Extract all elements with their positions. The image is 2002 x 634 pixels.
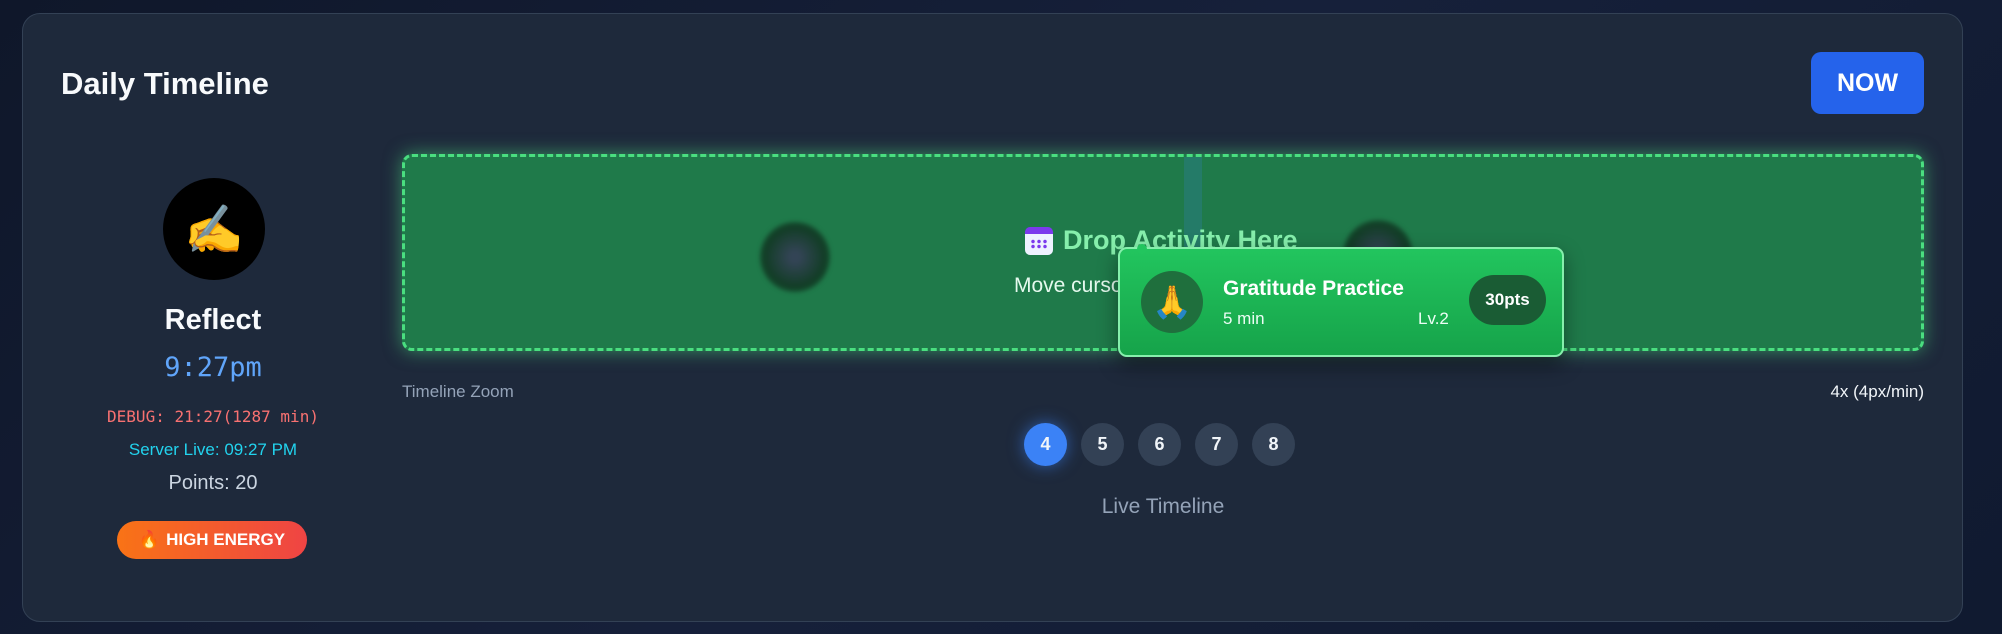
zoom-option-8[interactable]: 8 bbox=[1252, 423, 1295, 466]
energy-badge: 🔥 HIGH ENERGY bbox=[117, 521, 307, 559]
points-count: Points: 20 bbox=[168, 472, 258, 494]
folded-hands-icon: 🙏 bbox=[1141, 271, 1203, 333]
daily-timeline-card: Daily Timeline NOW ✍️ Reflect 9:27pm DEB… bbox=[22, 13, 1963, 622]
zoom-value: 4x (4px/min) bbox=[1830, 382, 1924, 401]
zoom-selector: 4 5 6 7 8 bbox=[1024, 423, 1295, 466]
current-activity-panel: ✍️ Reflect 9:27pm DEBUG: 21:27(1287 min)… bbox=[23, 14, 403, 623]
activity-name: Reflect bbox=[164, 304, 262, 336]
drag-handle[interactable] bbox=[1137, 244, 1147, 254]
live-timeline-label: Live Timeline bbox=[1101, 495, 1225, 518]
zoom-option-6[interactable]: 6 bbox=[1138, 423, 1181, 466]
now-button[interactable]: NOW bbox=[1811, 52, 1924, 114]
dragged-activity-level: Lv.2 bbox=[1418, 309, 1449, 328]
writing-hand-icon: ✍️ bbox=[163, 178, 265, 280]
server-live-time: Server Live: 09:27 PM bbox=[128, 440, 298, 459]
debug-readout: DEBUG: 21:27(1287 min) bbox=[107, 407, 319, 426]
dragged-activity-card[interactable]: 🙏 Gratitude Practice 5 min Lv.2 30pts bbox=[1118, 244, 1564, 357]
energy-label: HIGH ENERGY bbox=[166, 530, 286, 549]
fire-icon: 🔥 bbox=[138, 530, 161, 549]
dragged-activity-points: 30pts bbox=[1469, 275, 1546, 325]
zoom-option-4[interactable]: 4 bbox=[1024, 423, 1067, 466]
current-time: 9:27pm bbox=[164, 352, 262, 383]
dragged-activity-name: Gratitude Practice bbox=[1223, 277, 1404, 300]
activity-marker bbox=[760, 222, 830, 292]
zoom-option-5[interactable]: 5 bbox=[1081, 423, 1124, 466]
zoom-label: Timeline Zoom bbox=[402, 382, 514, 401]
zoom-option-7[interactable]: 7 bbox=[1195, 423, 1238, 466]
calendar-icon bbox=[1025, 226, 1053, 255]
dragged-activity-duration: 5 min bbox=[1223, 309, 1265, 328]
